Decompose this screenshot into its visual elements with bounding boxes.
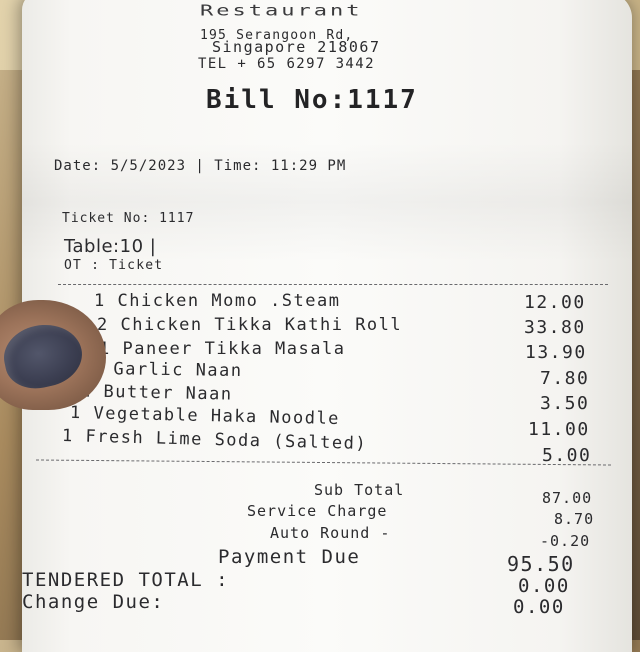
- item-name: Vegetable Haka Noodle: [93, 403, 341, 430]
- tendered-total-value: 0.00: [518, 575, 570, 597]
- payment-due-label: Payment Due: [218, 546, 361, 568]
- ticket-number: Ticket No: 1117: [62, 211, 195, 226]
- tendered-total-label: TENDERED TOTAL :: [22, 569, 230, 591]
- date-time: Date: 5/5/2023 | Time: 11:29 PM: [54, 158, 347, 174]
- item-amount: 7.80: [540, 368, 590, 389]
- divider-top: [58, 284, 608, 285]
- line-item: 1 Fresh Lime Soda (Salted): [62, 426, 368, 454]
- item-name: Chicken Momo .Steam: [117, 291, 341, 311]
- bill-number-title: Bill No:1117: [206, 85, 418, 115]
- service-charge-label: Service Charge: [247, 502, 388, 520]
- item-name: Garlic Naan: [113, 359, 243, 382]
- item-amount: 12.00: [524, 292, 586, 313]
- item-amount: 11.00: [528, 419, 590, 440]
- table-number: Table:10 |: [64, 236, 157, 257]
- item-amount: 13.90: [525, 342, 587, 363]
- auto-round-label: Auto Round -: [270, 524, 391, 542]
- item-amount: 3.50: [540, 393, 590, 414]
- payment-due-value: 95.50: [507, 552, 575, 576]
- item-qty: 1: [69, 402, 83, 424]
- divider-bottom: [36, 459, 611, 466]
- auto-round-value: -0.20: [540, 532, 591, 550]
- restaurant-name: Restaurant: [200, 2, 363, 20]
- item-amount: 33.80: [524, 317, 586, 338]
- line-item: 2 Garlic Naan: [90, 359, 243, 381]
- line-item: 1 Vegetable Haka Noodle: [70, 403, 340, 429]
- item-name: Chicken Tikka Kathi Roll: [120, 315, 403, 335]
- service-charge-value: 8.70: [554, 510, 595, 528]
- address-line-2: Singapore 218067: [212, 38, 381, 56]
- phone-number: TEL + 65 6297 3442: [198, 56, 375, 72]
- receipt: Restaurant 195 Serangoon Rd, Singapore 2…: [22, 0, 632, 652]
- item-qty: 1: [94, 291, 106, 311]
- item-name: Paneer Tikka Masala: [122, 339, 346, 359]
- line-item: 1 Butter Naan: [80, 381, 233, 404]
- subtotal-label: Sub Total: [314, 481, 405, 499]
- item-amount: 5.00: [542, 445, 592, 466]
- order-type: OT : Ticket: [64, 258, 164, 273]
- change-due-value: 0.00: [513, 596, 565, 618]
- line-item: 2 Chicken Tikka Kathi Roll: [97, 315, 402, 335]
- item-name: Fresh Lime Soda (Salted): [85, 426, 368, 454]
- change-due-label: Change Due:: [22, 591, 165, 613]
- line-item: 1 Chicken Momo .Steam: [94, 291, 340, 311]
- line-item: 1 Paneer Tikka Masala: [99, 339, 345, 359]
- subtotal-value: 87.00: [542, 489, 593, 507]
- item-qty: 1: [61, 426, 75, 447]
- item-name: Butter Naan: [103, 381, 233, 405]
